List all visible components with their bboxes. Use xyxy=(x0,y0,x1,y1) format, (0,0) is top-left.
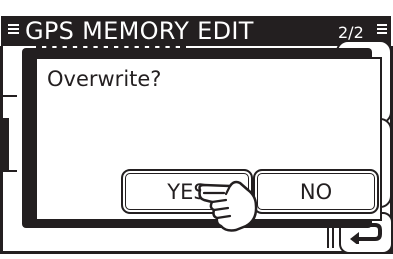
list-divider xyxy=(3,95,17,97)
selected-row-marker xyxy=(3,118,9,170)
frame-bottom-edge xyxy=(0,251,393,254)
radio-screen: GPS MEMORY EDIT 2/2 Overwrite? YES NO xyxy=(0,0,393,259)
menu-lines-icon xyxy=(8,24,19,37)
screen-title: GPS MEMORY EDIT xyxy=(25,17,254,45)
page-menu-icon xyxy=(377,24,387,37)
dialog-message: Overwrite? xyxy=(47,67,162,91)
title-bar: GPS MEMORY EDIT 2/2 xyxy=(1,16,391,46)
list-divider xyxy=(3,170,17,172)
no-button[interactable]: NO xyxy=(253,169,379,214)
no-button-label: NO xyxy=(299,180,333,204)
pointing-hand-icon xyxy=(198,180,258,232)
